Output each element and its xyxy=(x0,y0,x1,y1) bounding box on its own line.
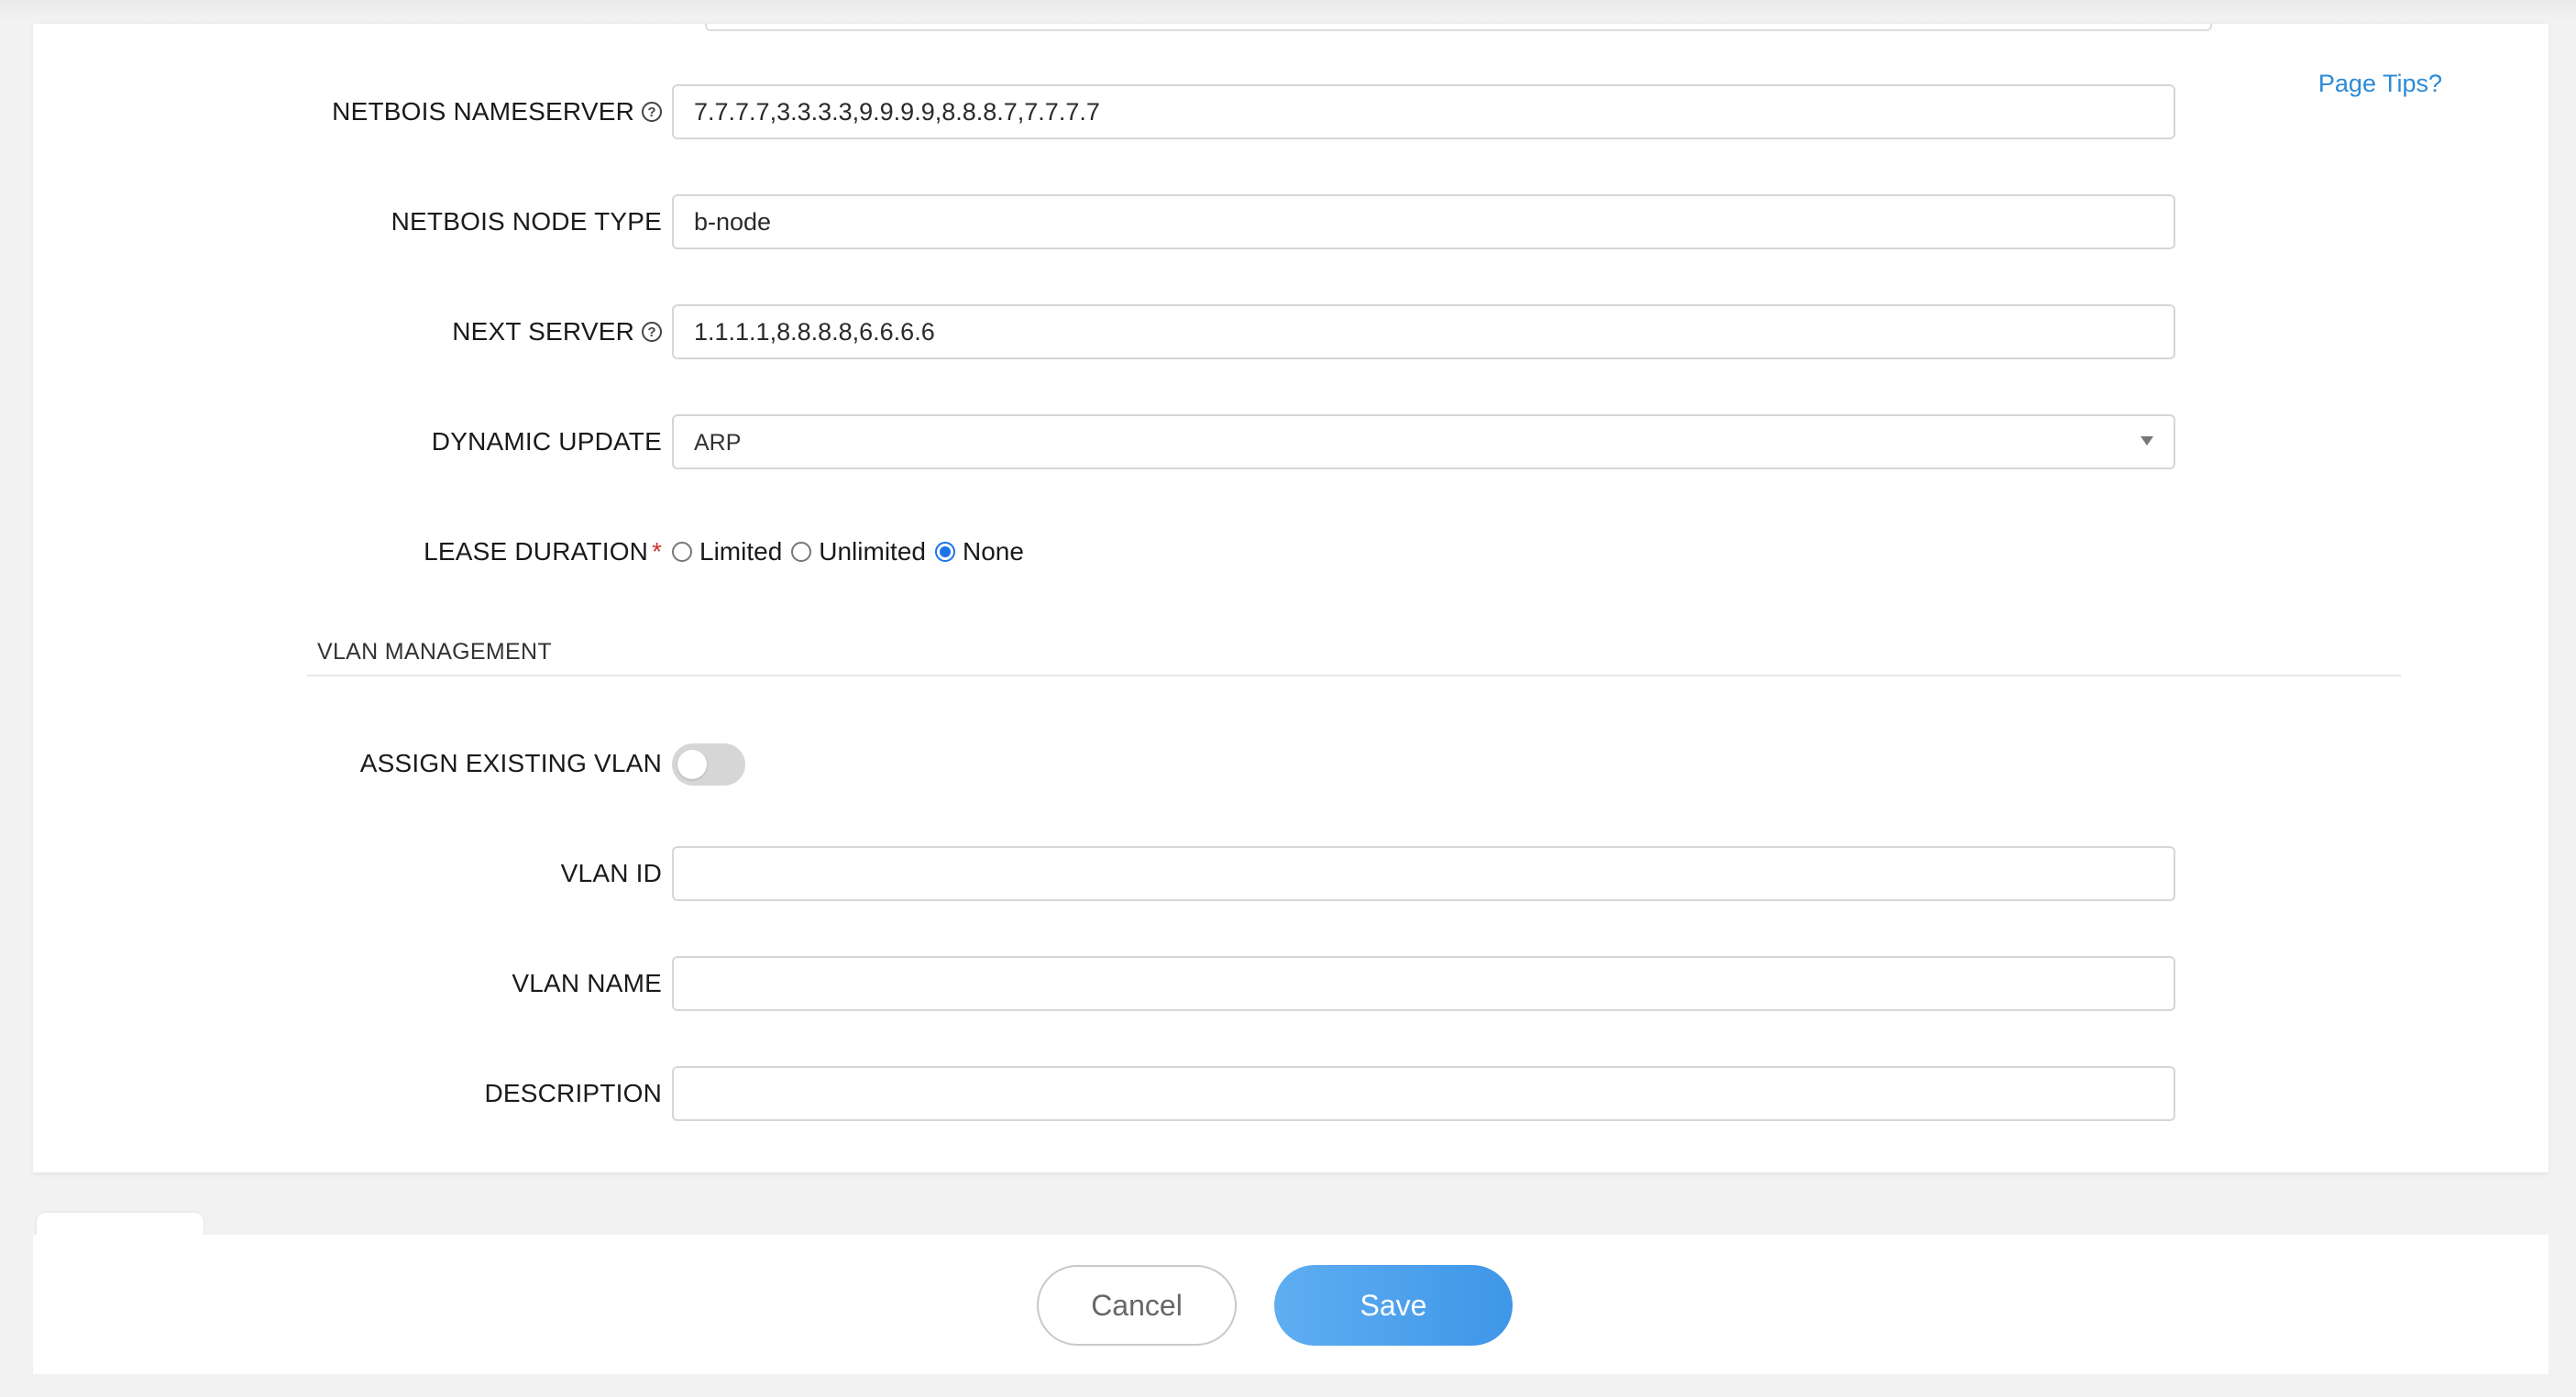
lease-duration-option-limited[interactable]: Limited xyxy=(672,537,782,566)
toggle-knob xyxy=(677,750,707,779)
row-description: DESCRIPTION xyxy=(33,1066,2548,1121)
radio-label: Limited xyxy=(699,537,783,566)
radio-label: None xyxy=(962,537,1024,566)
description-label-text: DESCRIPTION xyxy=(484,1079,662,1107)
lease-duration-label-text: LEASE DURATION xyxy=(424,537,649,566)
netbios-nameserver-label: NETBOIS NAMESERVER ? xyxy=(332,84,662,139)
chevron-down-icon xyxy=(2141,436,2153,446)
next-server-label: NEXT SERVER ? xyxy=(452,304,662,359)
lease-duration-option-unlimited[interactable]: Unlimited xyxy=(791,537,926,566)
dynamic-update-label-text: DYNAMIC UPDATE xyxy=(431,427,662,456)
lease-duration-radio-group: Limited Unlimited None xyxy=(672,524,1033,579)
row-next-server: NEXT SERVER ? xyxy=(33,304,2548,359)
radio-button[interactable] xyxy=(672,542,692,562)
lease-duration-label: LEASE DURATION * xyxy=(424,524,662,579)
save-button[interactable]: Save xyxy=(1274,1265,1513,1346)
cancel-button[interactable]: Cancel xyxy=(1037,1265,1237,1346)
dynamic-update-label: DYNAMIC UPDATE xyxy=(432,414,662,469)
assign-existing-vlan-label: ASSIGN EXISTING VLAN xyxy=(360,736,662,791)
vlan-management-section-title: VLAN MANAGEMENT xyxy=(317,639,552,665)
vlan-id-label-text: VLAN ID xyxy=(560,859,662,887)
tab-stub xyxy=(35,1211,205,1237)
next-server-input[interactable] xyxy=(672,304,2175,359)
form-panel: Page Tips? NETBOIS NAMESERVER ? NETBOIS … xyxy=(33,24,2548,1174)
row-netbios-node-type: NETBOIS NODE TYPE xyxy=(33,194,2548,249)
description-input[interactable] xyxy=(672,1066,2175,1121)
vlan-id-label: VLAN ID xyxy=(561,846,662,901)
row-vlan-name: VLAN NAME xyxy=(33,956,2548,1011)
vlan-name-label-text: VLAN NAME xyxy=(512,969,662,997)
help-icon[interactable]: ? xyxy=(642,102,662,122)
section-divider xyxy=(307,675,2401,676)
netbios-node-type-input[interactable] xyxy=(672,194,2175,249)
radio-button[interactable] xyxy=(791,542,812,562)
description-label: DESCRIPTION xyxy=(484,1066,662,1121)
row-assign-existing-vlan: ASSIGN EXISTING VLAN xyxy=(33,736,2548,791)
vlan-id-input[interactable] xyxy=(672,846,2175,901)
vlan-name-label: VLAN NAME xyxy=(512,956,662,1011)
assign-existing-vlan-toggle[interactable] xyxy=(672,743,745,786)
previous-field-edge xyxy=(705,24,2212,31)
row-dynamic-update: DYNAMIC UPDATE ARP xyxy=(33,414,2548,469)
assign-existing-vlan-label-text: ASSIGN EXISTING VLAN xyxy=(359,749,662,777)
row-netbios-nameserver: NETBOIS NAMESERVER ? xyxy=(33,84,2548,139)
row-vlan-id: VLAN ID xyxy=(33,846,2548,901)
vlan-name-input[interactable] xyxy=(672,956,2175,1011)
help-icon[interactable]: ? xyxy=(642,322,662,342)
netbios-node-type-label: NETBOIS NODE TYPE xyxy=(391,194,662,249)
footer-divider xyxy=(33,1172,2548,1174)
dynamic-update-selected-value: ARP xyxy=(694,430,742,456)
netbios-nameserver-input[interactable] xyxy=(672,84,2175,139)
dynamic-update-select[interactable]: ARP xyxy=(672,414,2175,469)
netbios-nameserver-label-text: NETBOIS NAMESERVER xyxy=(332,97,634,126)
radio-button[interactable] xyxy=(934,542,955,562)
radio-label: Unlimited xyxy=(819,537,926,566)
required-marker: * xyxy=(652,537,662,566)
next-server-label-text: NEXT SERVER xyxy=(452,317,634,346)
top-bar xyxy=(0,0,2576,24)
page: Page Tips? NETBOIS NAMESERVER ? NETBOIS … xyxy=(0,0,2576,1397)
form-footer: Cancel Save xyxy=(33,1235,2548,1374)
netbios-node-type-label-text: NETBOIS NODE TYPE xyxy=(391,207,662,236)
lease-duration-option-none[interactable]: None xyxy=(934,537,1024,566)
row-lease-duration: LEASE DURATION * Limited Unlimited None xyxy=(33,524,2548,579)
